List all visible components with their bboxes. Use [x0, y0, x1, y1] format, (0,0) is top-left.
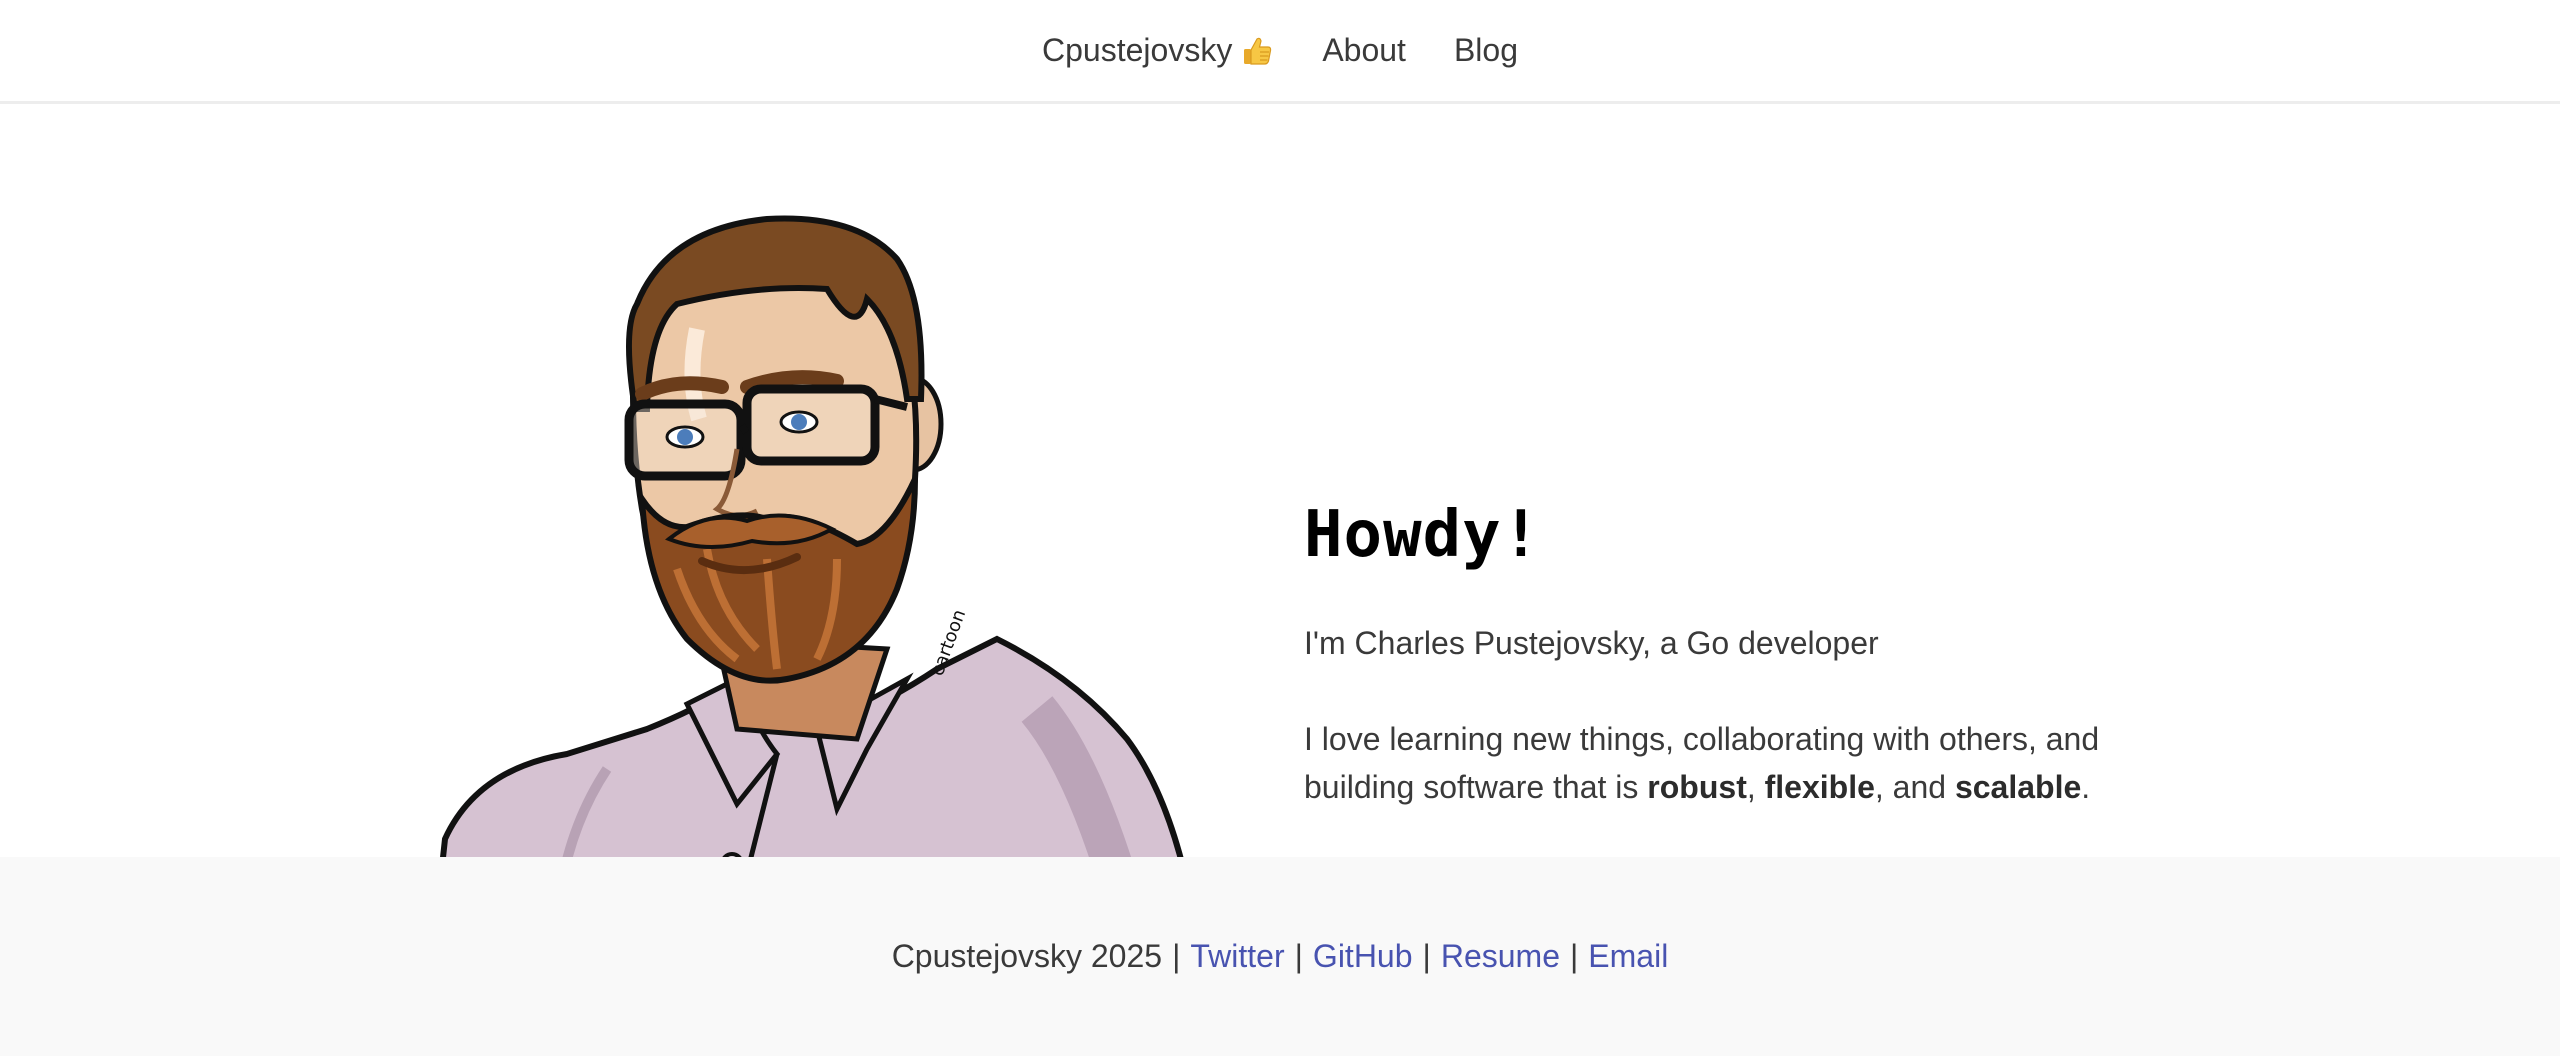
hero-section: cartoon Howdy! I'm Charles Pustejovsky, …	[0, 107, 2560, 913]
nav-brand-label: Cpustejovsky	[1042, 32, 1233, 68]
footer-link-resume[interactable]: Resume	[1441, 938, 1560, 975]
bio-word-robust: robust	[1647, 769, 1747, 805]
footer-copyright: Cpustejovsky 2025	[891, 938, 1163, 974]
footer-link-twitter[interactable]: Twitter	[1190, 938, 1284, 975]
bio-word-flexible: flexible	[1764, 769, 1875, 805]
nav-brand-link[interactable]: Cpustejovsky	[1042, 32, 1274, 69]
page-title: Howdy!	[1304, 498, 1542, 572]
footer-separator: |	[1422, 938, 1431, 974]
nav-link-about[interactable]: About	[1322, 32, 1406, 69]
footer-separator: |	[1294, 938, 1303, 974]
footer-separator: |	[1172, 938, 1181, 974]
avatar-illustration: cartoon	[437, 209, 1197, 913]
bio-sep-2: , and	[1874, 769, 1947, 805]
footer-link-email[interactable]: Email	[1588, 938, 1668, 975]
intro-text: I'm Charles Pustejovsky, a Go developer	[1304, 625, 1879, 661]
bio-end: .	[2081, 769, 2091, 805]
footer-link-github[interactable]: GitHub	[1313, 938, 1413, 975]
top-nav: Cpustejovsky About Blog	[0, 0, 2560, 104]
site-footer: Cpustejovsky 2025 | Twitter | GitHub | R…	[0, 857, 2560, 1056]
intro-section: Howdy! I'm Charles Pustejovsky, a Go dev…	[1304, 503, 2184, 811]
nav-link-blog[interactable]: Blog	[1454, 32, 1518, 69]
bio-text: I love learning new things, collaboratin…	[1304, 715, 2184, 811]
footer-separator: |	[1569, 938, 1579, 974]
thumbs-up-icon	[1240, 34, 1274, 68]
bio-word-scalable: scalable	[1954, 769, 2082, 805]
bio-sep-1: ,	[1746, 769, 1756, 805]
